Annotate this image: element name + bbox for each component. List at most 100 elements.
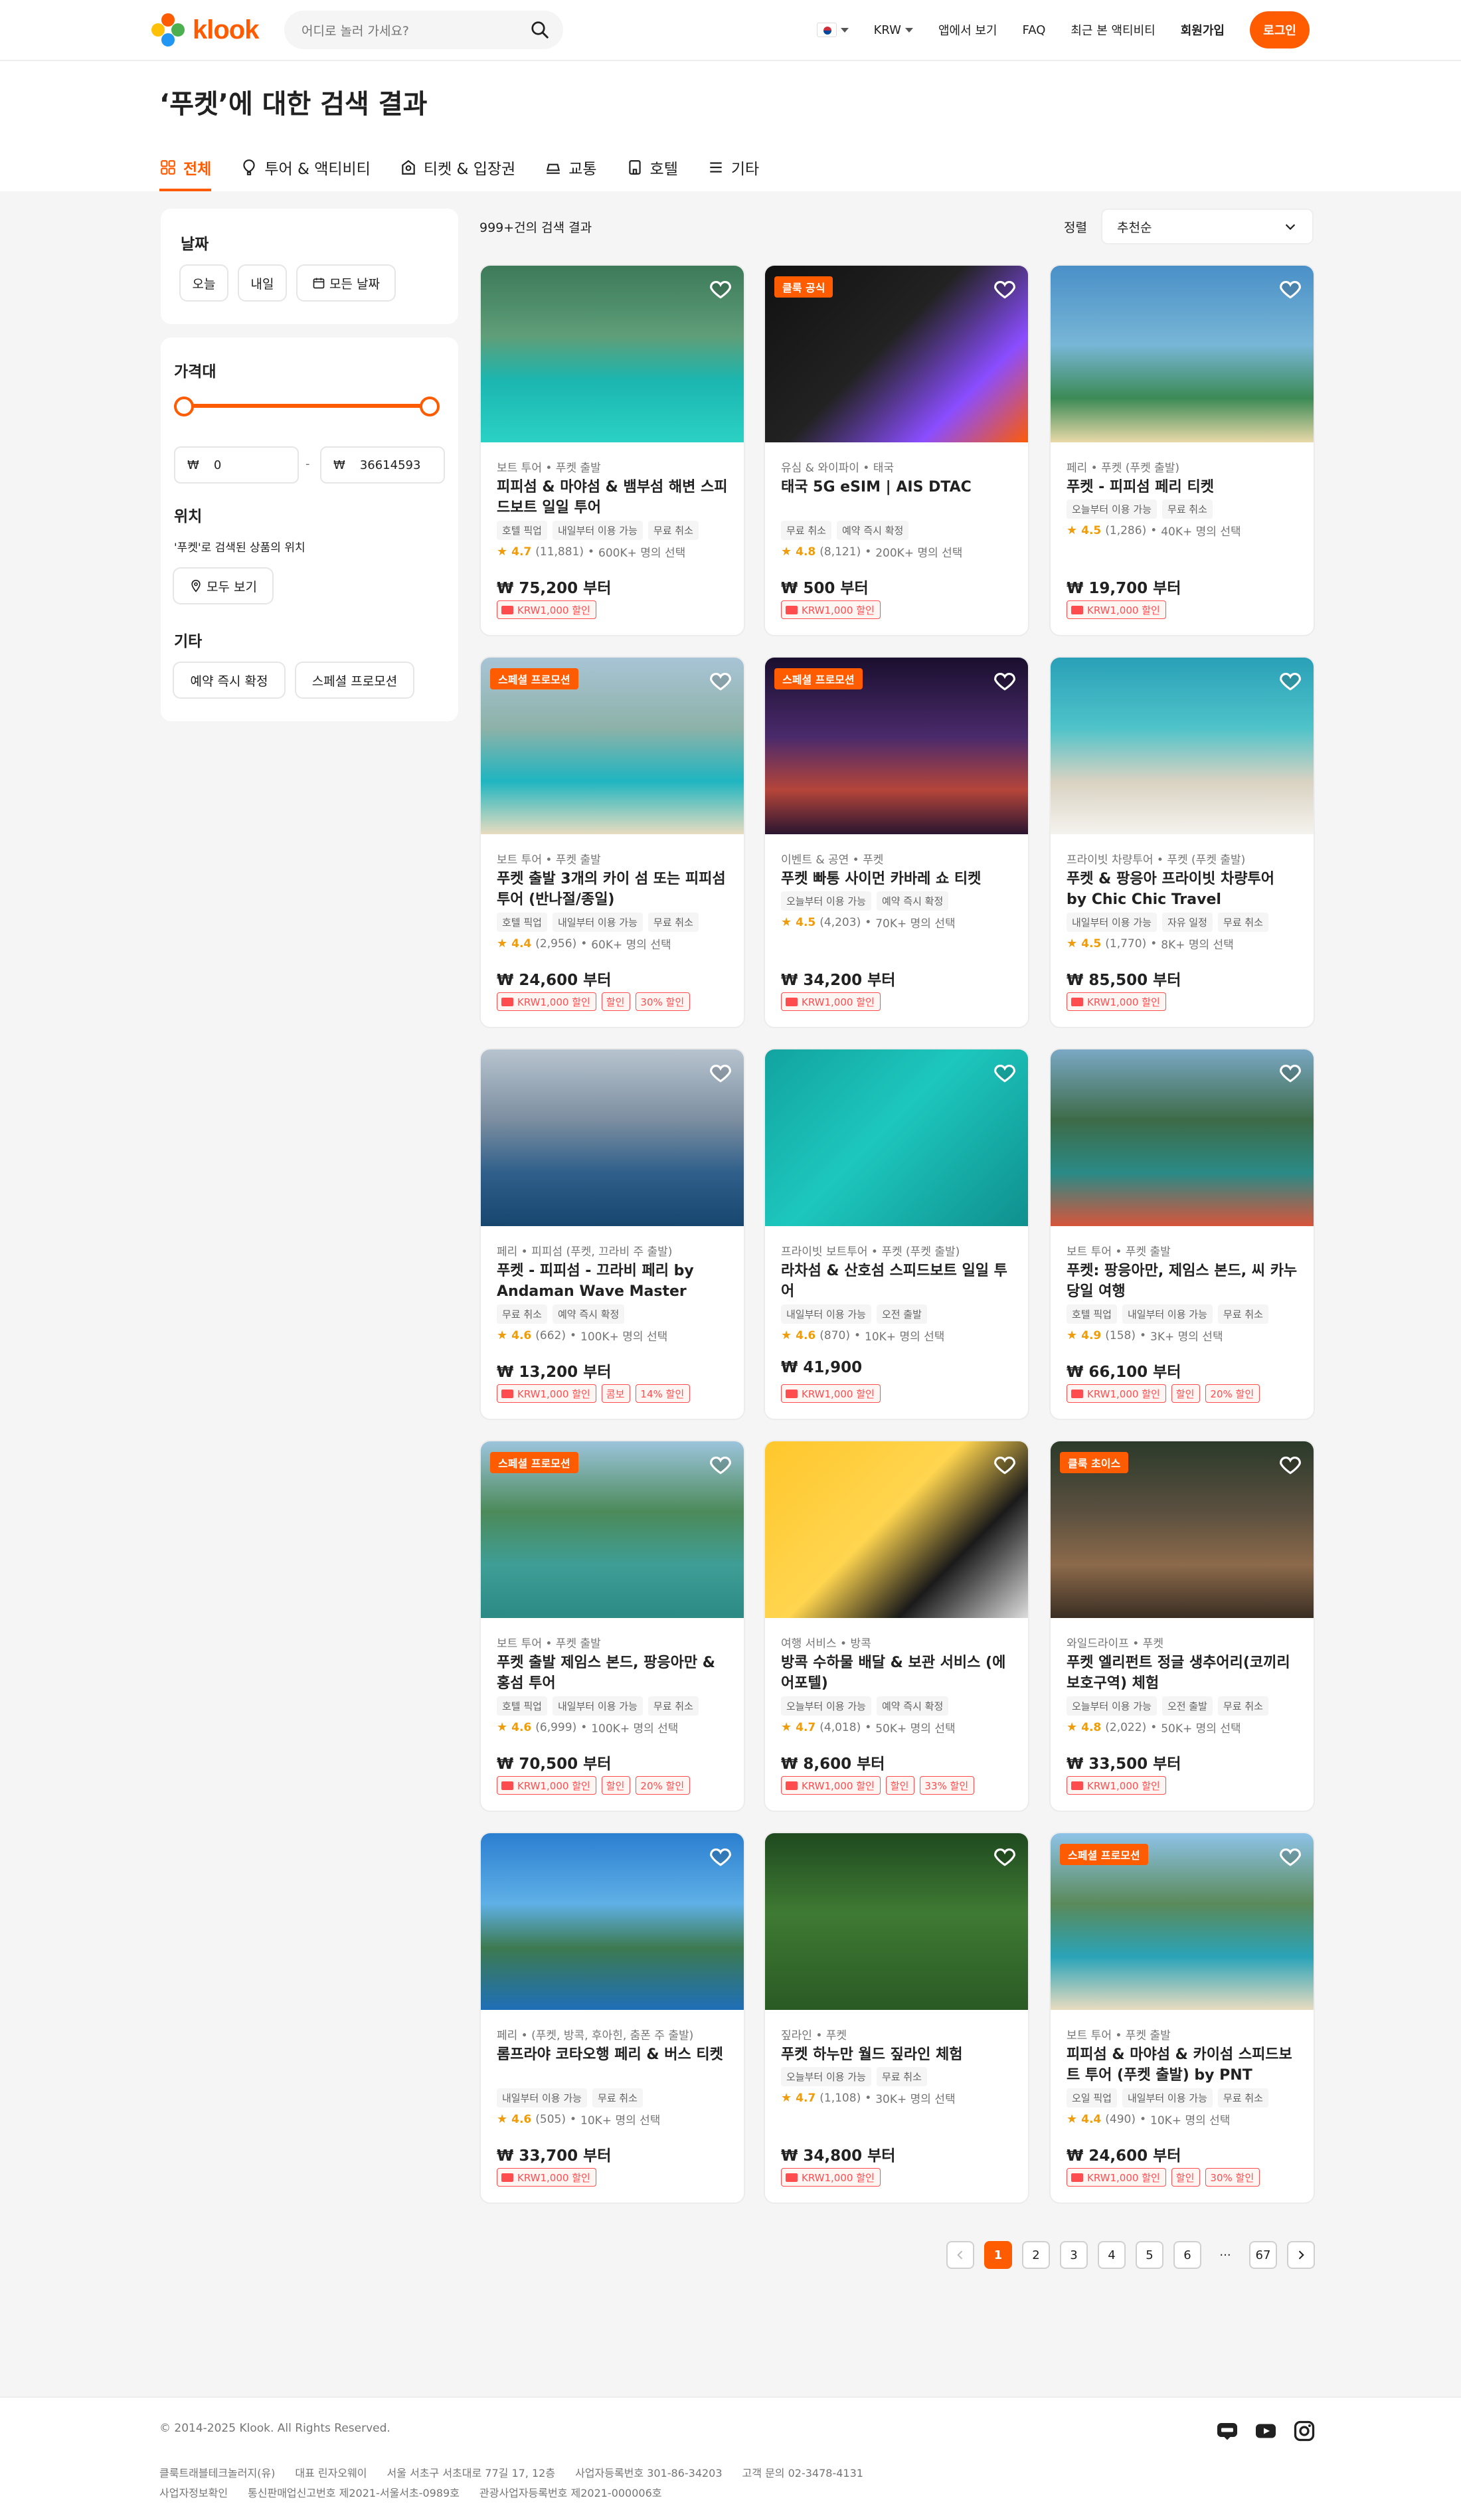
price-range-max-handle[interactable] xyxy=(420,397,440,416)
product-card[interactable]: 클룩 공식 유심 & 와이파이 • 태국 태국 5G eSIM | AIS DTAC… xyxy=(764,264,1029,636)
product-card[interactable]: 여행 서비스 • 방콕 방콕 수하물 배달 & 보관 서비스 (에어포텔) 오늘부터… xyxy=(764,1440,1029,1812)
product-image[interactable] xyxy=(765,1049,1028,1226)
business-info-link[interactable]: 사업자정보확인 xyxy=(159,2484,228,2500)
product-title[interactable]: 푸켓 빠통 사이먼 카바레 쇼 티켓 xyxy=(781,869,1013,889)
product-card[interactable]: 보트 투어 • 푸켓 출발 푸켓: 팡응아만, 제임스 본드, 씨 카누 당일 여… xyxy=(1049,1048,1315,1420)
blog-icon[interactable] xyxy=(1215,2419,1239,2443)
product-title[interactable]: 방콕 수하물 배달 & 보관 서비스 (에어포텔) xyxy=(781,1653,1013,1694)
wishlist-heart-icon[interactable] xyxy=(1278,1452,1303,1477)
tab-hotels[interactable]: 호텔 xyxy=(626,146,678,189)
price-max-input[interactable]: ₩ 36614593 xyxy=(320,446,445,484)
wishlist-heart-icon[interactable] xyxy=(708,1452,733,1477)
product-card[interactable]: 프라이빗 차량투어 • 푸켓 (푸켓 출발) 푸켓 & 팡응아 프라이빗 차량투어… xyxy=(1049,656,1315,1028)
product-title[interactable]: 푸켓: 팡응아만, 제임스 본드, 씨 카누 당일 여행 xyxy=(1067,1261,1299,1302)
instant-confirm-chip[interactable]: 예약 즉시 확정 xyxy=(173,662,286,699)
pagination-page-3[interactable]: 3 xyxy=(1060,2241,1088,2269)
instagram-icon[interactable] xyxy=(1292,2419,1316,2443)
pagination-page-6[interactable]: 6 xyxy=(1173,2241,1201,2269)
search-icon[interactable] xyxy=(530,20,550,40)
wishlist-heart-icon[interactable] xyxy=(1278,1060,1303,1085)
wishlist-heart-icon[interactable] xyxy=(1278,668,1303,693)
pagination-page-5[interactable]: 5 xyxy=(1136,2241,1163,2269)
date-chip-tomorrow[interactable]: 내일 xyxy=(238,264,287,302)
other-filter-title: 기타 xyxy=(174,633,203,650)
product-title[interactable]: 태국 5G eSIM | AIS DTAC xyxy=(781,477,1013,497)
tab-tours-activities[interactable]: 투어 & 액티비티 xyxy=(240,146,371,189)
product-image[interactable] xyxy=(765,1441,1028,1618)
price-range-min-handle[interactable] xyxy=(174,397,194,416)
price-min-input[interactable]: ₩ 0 xyxy=(174,446,299,484)
product-image[interactable] xyxy=(1051,658,1314,834)
wishlist-heart-icon[interactable] xyxy=(992,1844,1017,1869)
product-card[interactable]: 페리 • 피피섬 (푸켓, 끄라비 주 출발) 푸켓 - 피피섬 - 끄라비 페리… xyxy=(479,1048,745,1420)
product-image[interactable] xyxy=(481,1833,744,2010)
tab-tickets[interactable]: 티켓 & 입장권 xyxy=(400,146,515,189)
wishlist-heart-icon[interactable] xyxy=(708,668,733,693)
product-title[interactable]: 푸켓 - 피피섬 - 끄라비 페리 by Andaman Wave Master xyxy=(497,1261,729,1302)
wishlist-heart-icon[interactable] xyxy=(992,1452,1017,1477)
price-range-track[interactable] xyxy=(174,404,426,408)
nav-recently-viewed[interactable]: 최근 본 액티비티 xyxy=(1071,21,1155,39)
ticket-icon xyxy=(1071,605,1083,614)
youtube-icon[interactable] xyxy=(1254,2419,1278,2443)
product-card[interactable]: 클룩 초이스 와일드라이프 • 푸켓 푸켓 엘리펀트 정글 생추어리(코끼리 보호구… xyxy=(1049,1440,1315,1812)
tab-other[interactable]: 기타 xyxy=(707,146,759,189)
product-title[interactable]: 피피섬 & 마야섬 & 카이섬 스피드보트 투어 (푸켓 출발) by PNT xyxy=(1067,2044,1299,2086)
product-title[interactable]: 푸켓 하누만 월드 짚라인 체험 xyxy=(781,2044,1013,2065)
wishlist-heart-icon[interactable] xyxy=(992,1060,1017,1085)
wishlist-heart-icon[interactable] xyxy=(1278,276,1303,302)
product-card[interactable]: 프라이빗 보트투어 • 푸켓 (푸켓 출발) 라차섬 & 산호섬 스피드보트 일일… xyxy=(764,1048,1029,1420)
product-card[interactable]: 스페셜 프로모션 이벤트 & 공연 • 푸켓 푸켓 빠통 사이먼 카바레 쇼 티켓 오… xyxy=(764,656,1029,1028)
wishlist-heart-icon[interactable] xyxy=(708,1844,733,1869)
nav-faq[interactable]: FAQ xyxy=(1023,23,1046,37)
product-title[interactable]: 피피섬 & 마야섬 & 뱀부섬 해변 스피드보트 일일 투어 xyxy=(497,477,729,518)
pagination-next[interactable] xyxy=(1287,2241,1315,2269)
pagination-page-4[interactable]: 4 xyxy=(1098,2241,1126,2269)
wishlist-heart-icon[interactable] xyxy=(992,276,1017,302)
tab-all[interactable]: 전체 xyxy=(159,146,212,191)
wishlist-heart-icon[interactable] xyxy=(1278,1844,1303,1869)
product-image[interactable] xyxy=(481,1049,744,1226)
product-title[interactable]: 푸켓 출발 제임스 본드, 팡응아만 & 홍섬 투어 xyxy=(497,1653,729,1694)
product-card[interactable]: 페리 • 푸켓 (푸켓 출발) 푸켓 - 피피섬 페리 티켓 오늘부터 이용 가능 무… xyxy=(1049,264,1315,636)
wishlist-heart-icon[interactable] xyxy=(992,668,1017,693)
product-title[interactable]: 푸켓 엘리펀트 정글 생추어리(코끼리 보호구역) 체험 xyxy=(1067,1653,1299,1694)
promo-label: KRW1,000 할인 xyxy=(802,604,875,616)
product-card[interactable]: 페리 • (푸켓, 방콕, 후아힌, 춤폰 주 출발) 롬프라야 코타오행 페리 … xyxy=(479,1832,745,2204)
pagination-page-1[interactable]: 1 xyxy=(984,2241,1012,2269)
product-title[interactable]: 푸켓 - 피피섬 페리 티켓 xyxy=(1067,477,1299,497)
product-card[interactable]: 스페셜 프로모션 보트 투어 • 푸켓 출발 푸켓 출발 3개의 카이 섬 또는 피… xyxy=(479,656,745,1028)
wishlist-heart-icon[interactable] xyxy=(708,276,733,302)
pagination-prev[interactable] xyxy=(946,2241,974,2269)
product-title[interactable]: 롬프라야 코타오행 페리 & 버스 티켓 xyxy=(497,2044,729,2065)
date-chip-today[interactable]: 오늘 xyxy=(179,264,228,302)
product-card[interactable]: 스페셜 프로모션 보트 투어 • 푸켓 출발 푸켓 출발 제임스 본드, 팡응아만 … xyxy=(479,1440,745,1812)
pagination-last-page[interactable]: 67 xyxy=(1249,2241,1277,2269)
klook-logo[interactable]: klook xyxy=(151,13,259,46)
product-card[interactable]: 보트 투어 • 푸켓 출발 피피섬 & 마야섬 & 뱀부섬 해변 스피드보트 일일… xyxy=(479,264,745,636)
language-selector[interactable] xyxy=(816,23,849,37)
product-image[interactable] xyxy=(765,1833,1028,2010)
tab-transport[interactable]: 교통 xyxy=(545,146,597,189)
product-title[interactable]: 라차섬 & 산호섬 스피드보트 일일 투어 xyxy=(781,1261,1013,1302)
date-chip-all[interactable]: 모든 날짜 xyxy=(296,264,396,302)
wishlist-heart-icon[interactable] xyxy=(708,1060,733,1085)
pagination-page-2[interactable]: 2 xyxy=(1022,2241,1050,2269)
product-image[interactable] xyxy=(1051,1049,1314,1226)
promo-tag: KRW1,000 할인 xyxy=(1067,600,1166,619)
promo-tags: KRW1,000 할인 xyxy=(781,992,881,1011)
special-promo-chip[interactable]: 스페셜 프로모션 xyxy=(295,662,414,699)
nav-app-download[interactable]: 앱에서 보기 xyxy=(938,21,997,39)
currency-selector[interactable]: KRW xyxy=(874,23,913,37)
product-card[interactable]: 짚라인 • 푸켓 푸켓 하누만 월드 짚라인 체험 오늘부터 이용 가능 무료 취소 ★… xyxy=(764,1832,1029,2204)
product-title[interactable]: 푸켓 & 팡응아 프라이빗 차량투어 by Chic Chic Travel xyxy=(1067,869,1299,910)
location-view-all-button[interactable]: 모두 보기 xyxy=(173,567,274,604)
product-image[interactable] xyxy=(1051,266,1314,442)
login-button[interactable]: 로그인 xyxy=(1250,11,1310,48)
product-card[interactable]: 스페셜 프로모션 보트 투어 • 푸켓 출발 피피섬 & 마야섬 & 카이섬 스피드… xyxy=(1049,1832,1315,2204)
sort-dropdown[interactable]: 추천순 xyxy=(1101,209,1314,244)
search-input[interactable]: 어디로 놀러 가세요? xyxy=(284,11,563,49)
product-title[interactable]: 푸켓 출발 3개의 카이 섬 또는 피피섬 투어 (반나절/종일) xyxy=(497,869,729,910)
nav-signup[interactable]: 회원가입 xyxy=(1181,21,1225,39)
product-image[interactable] xyxy=(481,266,744,442)
